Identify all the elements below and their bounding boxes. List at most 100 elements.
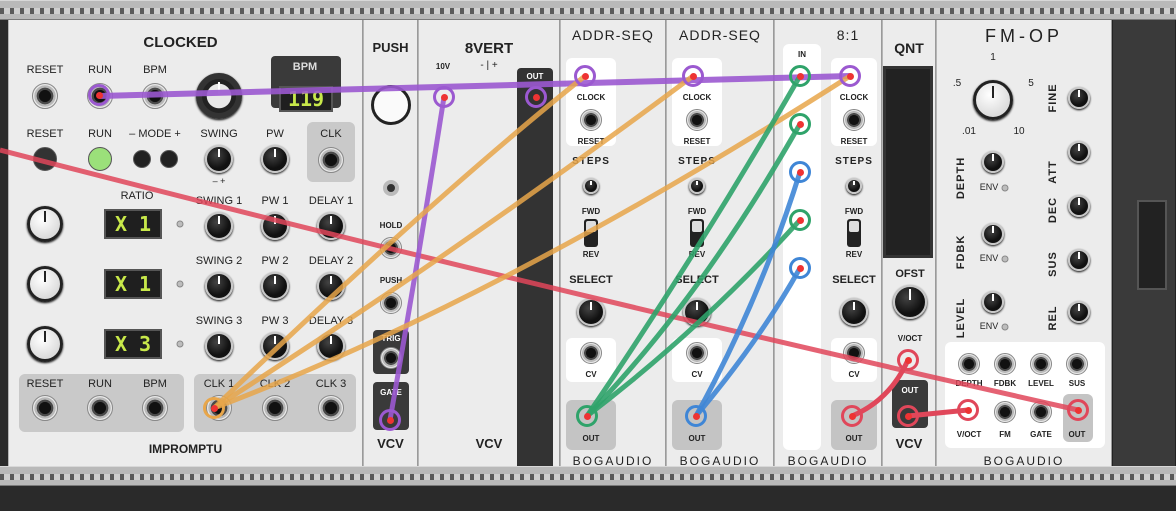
addr-seq-2-title: ADDR-SEQ	[679, 27, 761, 43]
addr-seq-2-module: ADDR-SEQ CLOCK RESET STEPS FWD REV SELEC…	[666, 20, 774, 466]
cable-plug-clock-seq1[interactable]	[574, 65, 596, 87]
mode-down-button[interactable]	[133, 150, 151, 168]
cable-plug-red-voct[interactable]	[957, 399, 979, 421]
pw3-knob[interactable]	[261, 332, 289, 360]
rev-label: REV	[845, 250, 863, 259]
cable-plug-blue-in3[interactable]	[789, 161, 811, 183]
bpm-output-jack[interactable]	[142, 395, 168, 421]
reset-input-jack[interactable]	[686, 109, 708, 131]
pw-label: PW	[266, 128, 284, 140]
cable-plug-purple-8vert-out[interactable]	[525, 86, 547, 108]
swing3-knob[interactable]	[205, 332, 233, 360]
run-button[interactable]	[88, 147, 112, 171]
bpm-input-jack[interactable]	[142, 83, 168, 109]
cable-plug-green-in2[interactable]	[789, 113, 811, 135]
push-input-jack[interactable]	[380, 292, 402, 314]
fdbk-cv-jack[interactable]	[994, 353, 1016, 375]
cv-input-jack[interactable]	[580, 342, 602, 364]
cable-plug-clock-switch[interactable]	[839, 65, 861, 87]
att-label: ATT	[1047, 160, 1059, 184]
ratio-knob-3[interactable]	[27, 326, 63, 362]
swing-knob[interactable]	[205, 145, 233, 173]
bogaudio-logo: BOGAUDIO	[983, 454, 1065, 466]
gate-input-jack[interactable]	[1030, 401, 1052, 423]
attack-knob[interactable]	[1068, 141, 1090, 163]
push-button[interactable]	[371, 85, 411, 125]
cable-plug-orange-clk1[interactable]	[203, 397, 225, 419]
cv-label: CV	[691, 370, 703, 379]
fm-label: FM	[999, 430, 1011, 439]
select-knob[interactable]	[577, 298, 605, 326]
select-knob[interactable]	[840, 298, 868, 326]
out-column	[517, 68, 553, 466]
release-knob[interactable]	[1068, 301, 1090, 323]
direction-switch[interactable]	[690, 219, 704, 247]
depth-knob[interactable]	[982, 151, 1004, 173]
clk-output-jack[interactable]	[318, 147, 344, 173]
direction-switch[interactable]	[847, 219, 861, 247]
swing2-knob[interactable]	[205, 272, 233, 300]
delay3-knob[interactable]	[317, 332, 345, 360]
feedback-knob[interactable]	[982, 223, 1004, 245]
cable-plug-purple[interactable]	[88, 84, 110, 106]
direction-switch[interactable]	[584, 219, 598, 247]
ratio-knob-2[interactable]	[27, 266, 63, 302]
reset-input-jack[interactable]	[580, 109, 602, 131]
bpm-knob[interactable]	[196, 73, 242, 119]
cable-plug-red-switch-out[interactable]	[841, 405, 863, 427]
depth-cv-jack[interactable]	[958, 353, 980, 375]
cable-plug-clock-seq2[interactable]	[682, 65, 704, 87]
reset-button[interactable]	[33, 147, 57, 171]
steps-knob[interactable]	[583, 178, 599, 194]
clk2-output-jack[interactable]	[262, 395, 288, 421]
decay-knob[interactable]	[1068, 195, 1090, 217]
cable-plug-red-qnt-out[interactable]	[897, 405, 919, 427]
sign-label: - | +	[480, 60, 498, 71]
clk-label: CLK	[320, 128, 342, 140]
pw-knob[interactable]	[261, 145, 289, 173]
cable-plug-blue-seq2-out[interactable]	[685, 405, 707, 427]
level-knob[interactable]	[982, 291, 1004, 313]
fine-knob[interactable]	[1068, 87, 1090, 109]
reset-input-jack[interactable]	[32, 83, 58, 109]
connector	[1137, 200, 1167, 290]
cable-plug-purple-gate[interactable]	[379, 409, 401, 431]
push-title: PUSH	[372, 40, 409, 55]
offset-knob[interactable]	[893, 285, 927, 319]
fm-input-jack[interactable]	[994, 401, 1016, 423]
delay1-knob[interactable]	[317, 212, 345, 240]
ratio-knob-1[interactable]	[27, 206, 63, 242]
steps-label: STEPS	[835, 156, 873, 167]
pw2-knob[interactable]	[261, 272, 289, 300]
blank-panel	[1112, 20, 1176, 466]
sustain-knob[interactable]	[1068, 249, 1090, 271]
reset-input-jack[interactable]	[843, 109, 865, 131]
ratio-led-2	[176, 280, 184, 288]
cable-plug-green-in1[interactable]	[789, 65, 811, 87]
steps-knob[interactable]	[689, 178, 705, 194]
trig-output-jack[interactable]	[380, 347, 402, 369]
reset-output-jack[interactable]	[32, 395, 58, 421]
reset-label: RESET	[26, 64, 64, 76]
clk3-output-jack[interactable]	[318, 395, 344, 421]
cable-plug-purple-8vert[interactable]	[433, 86, 455, 108]
sus-cv-jack[interactable]	[1066, 353, 1088, 375]
pw1-knob[interactable]	[261, 212, 289, 240]
steps-knob[interactable]	[846, 178, 862, 194]
hold-input-jack[interactable]	[380, 237, 402, 259]
cable-plug-green-in4[interactable]	[789, 209, 811, 231]
cv-input-jack[interactable]	[686, 342, 708, 364]
run-output-jack[interactable]	[87, 395, 113, 421]
level-cv-jack[interactable]	[1030, 353, 1052, 375]
mode-up-button[interactable]	[160, 150, 178, 168]
select-knob[interactable]	[683, 298, 711, 326]
swing1-knob[interactable]	[205, 212, 233, 240]
cv-input-jack[interactable]	[843, 342, 865, 364]
ratio-knob[interactable]	[973, 80, 1013, 120]
cable-plug-blue-in5[interactable]	[789, 257, 811, 279]
cable-plug-red-out[interactable]	[1067, 399, 1089, 421]
rev-label: REV	[582, 250, 600, 259]
delay2-knob[interactable]	[317, 272, 345, 300]
cable-plug-green-seq1-out[interactable]	[576, 405, 598, 427]
cable-plug-red-qnt-in[interactable]	[897, 349, 919, 371]
